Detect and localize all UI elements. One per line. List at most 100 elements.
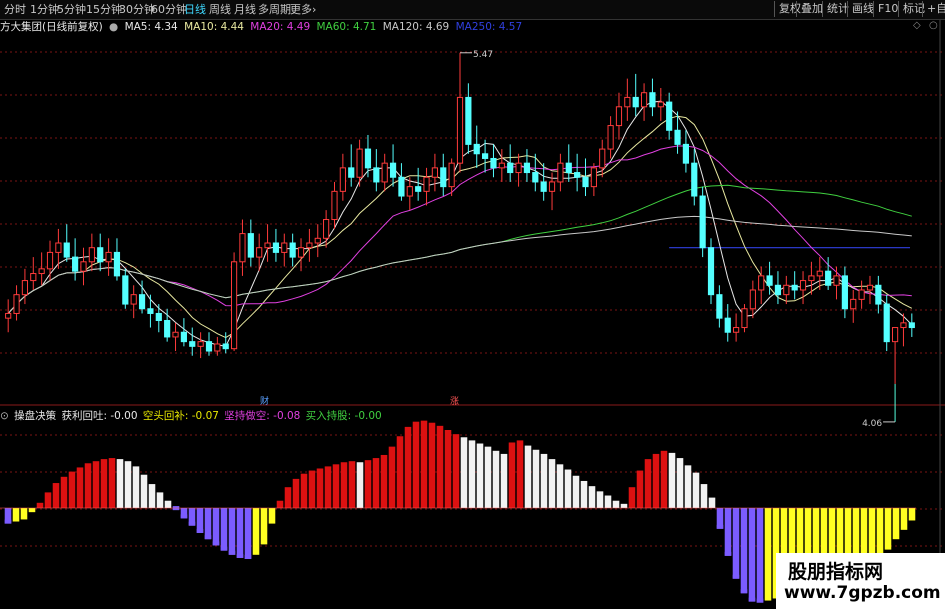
indicator-bar xyxy=(340,462,348,508)
indicator-bar xyxy=(652,453,660,508)
indicator-bar-cap xyxy=(220,546,228,551)
candle-body xyxy=(674,129,681,145)
indicator-bar xyxy=(300,473,308,508)
indicator-bar xyxy=(396,436,404,508)
indicator-bar xyxy=(124,461,132,508)
indicator-bar xyxy=(892,508,900,540)
candle-body xyxy=(574,172,581,178)
candle-body xyxy=(256,247,263,258)
indicator-bar-cap xyxy=(188,521,196,526)
indicator-bar xyxy=(444,430,452,508)
candle-body xyxy=(523,162,531,174)
candle-body xyxy=(38,268,45,275)
candle-body xyxy=(548,181,556,192)
candle-body xyxy=(281,242,288,253)
indicator-bar xyxy=(596,491,604,508)
indicator-bar xyxy=(284,487,292,508)
indicator-bar xyxy=(460,437,468,508)
candle-body xyxy=(289,242,296,258)
candle-body xyxy=(122,275,129,305)
candle-body xyxy=(724,317,731,333)
indicator-bar xyxy=(388,446,396,508)
chart-canvas[interactable]: 5.47 4.06 财 涨 xyxy=(0,0,945,609)
indicator-bar xyxy=(92,461,100,508)
candle-body xyxy=(498,162,505,169)
indicator-bar xyxy=(900,508,908,530)
candle-body xyxy=(590,167,597,188)
indicator-bar xyxy=(468,440,476,508)
indicator-bar xyxy=(500,453,508,508)
candle-body xyxy=(866,284,874,291)
indicator-bar xyxy=(60,476,68,508)
indicator-bar xyxy=(372,458,380,508)
candle-body xyxy=(88,247,95,263)
candle-body xyxy=(323,219,330,239)
candle-body xyxy=(364,148,372,169)
indicator-bar xyxy=(220,508,228,551)
watermark-title: 股朋指标网 xyxy=(788,561,884,583)
indicator-bar xyxy=(276,500,284,508)
indicator-bar xyxy=(740,508,748,594)
indicator-bar xyxy=(404,426,412,508)
candle-body xyxy=(465,96,472,145)
indicator-bar xyxy=(580,480,588,508)
indicator-bar xyxy=(908,508,916,521)
candle-body xyxy=(682,143,690,164)
candle-body xyxy=(875,284,882,305)
indicator-bar xyxy=(292,478,300,508)
candle-body xyxy=(21,280,29,296)
indicator-bar xyxy=(724,508,732,556)
indicator-bar xyxy=(660,450,668,508)
candle-body xyxy=(774,284,782,296)
indicator-bar-cap xyxy=(716,524,724,529)
candle-body xyxy=(398,176,405,197)
candle-body xyxy=(381,162,388,183)
indicator-bar xyxy=(508,442,516,508)
candle-body xyxy=(247,233,254,258)
indicator-bar xyxy=(476,443,484,508)
candle-body xyxy=(733,327,740,333)
indicator-bar xyxy=(212,508,220,546)
candle-body xyxy=(189,341,196,347)
indicator-bar xyxy=(700,484,708,508)
candle-body xyxy=(624,96,631,108)
candle-body xyxy=(105,251,112,263)
indicator-bar xyxy=(412,421,420,508)
candle-body xyxy=(222,343,229,350)
candle-body xyxy=(164,320,171,338)
indicator-bar xyxy=(588,486,596,508)
indicator-bar xyxy=(156,492,164,508)
candle-body xyxy=(833,275,840,286)
candle-body xyxy=(908,322,915,329)
indicator-bar xyxy=(68,471,76,508)
watermark-url: www.7gpzb.com xyxy=(784,583,941,603)
indicator-bar xyxy=(756,508,764,603)
candle-body xyxy=(799,280,807,291)
indicator-bar xyxy=(252,508,260,555)
indicator-bar xyxy=(484,446,492,508)
candle-body xyxy=(297,247,305,258)
candle-body xyxy=(891,327,899,343)
indicator-bar xyxy=(676,458,684,508)
indicator-bar xyxy=(36,502,44,508)
candle-body xyxy=(607,125,614,150)
candle-body xyxy=(205,341,213,352)
candle-body xyxy=(841,275,848,310)
indicator-bar-cap xyxy=(180,514,188,519)
candle-body xyxy=(783,284,790,296)
candle-body xyxy=(883,303,890,343)
candle-body xyxy=(448,162,455,188)
candle-body xyxy=(440,167,447,188)
candle-body xyxy=(640,92,648,108)
candle-body xyxy=(615,106,623,127)
indicator-bar xyxy=(116,459,124,508)
indicator-bar-cap xyxy=(748,597,756,602)
indicator-bar xyxy=(132,466,140,508)
indicator-bar xyxy=(308,470,316,508)
candle-body xyxy=(331,190,338,221)
candle-body xyxy=(808,275,815,282)
candle-body xyxy=(456,96,464,164)
indicator-bar xyxy=(556,464,564,508)
candle-body xyxy=(356,148,363,178)
candle-body xyxy=(239,233,246,263)
